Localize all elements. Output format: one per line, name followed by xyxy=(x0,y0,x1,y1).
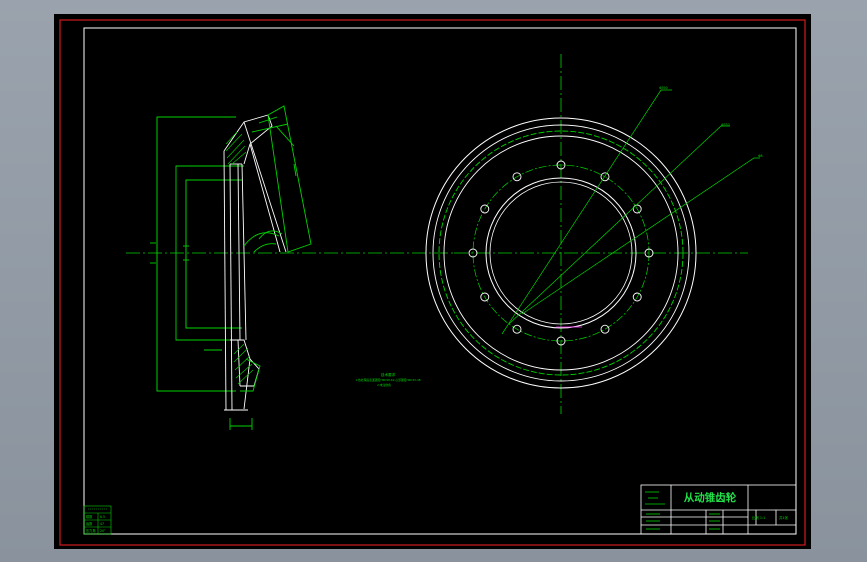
param-value-2: 47 xyxy=(100,522,104,526)
callout-label-3: Φ8 xyxy=(758,154,763,158)
notes-heading: 技术要求 xyxy=(381,372,396,377)
drawing-title: 从动锥齿轮 xyxy=(684,491,737,504)
param-label-1: 模数 xyxy=(86,514,93,519)
callout-label-1: Φ390 xyxy=(659,86,668,90)
callout-label-2: Φ330 xyxy=(721,123,730,127)
leader-line-3 xyxy=(521,157,760,315)
sheet-count: 共1张 xyxy=(779,515,789,520)
param-label-3: 压力角 xyxy=(86,528,96,533)
bolt-hole xyxy=(600,172,610,182)
notes-line-1: 1.热处理后表面硬度HRC58-62,心部硬度HRC33-48 xyxy=(355,378,420,382)
gear-section-view xyxy=(150,105,312,430)
gear-front-view xyxy=(425,54,760,414)
leader-line-1 xyxy=(501,89,672,335)
param-label-2: 齿数 xyxy=(86,521,93,526)
gear-parameter-table-text: 模数 6.5 齿数 47 压力角 20° xyxy=(86,514,106,533)
notes-line-2: 2.未注倒角 xyxy=(377,383,391,387)
technical-notes: 技术要求 1.热处理后表面硬度HRC58-62,心部硬度HRC33-48 2.未… xyxy=(355,372,420,387)
outer-border xyxy=(59,19,806,546)
inner-border xyxy=(83,27,797,535)
leader-line-2 xyxy=(508,125,730,325)
param-value-1: 6.5 xyxy=(100,515,105,519)
cad-drawing: 技术要求 1.热处理后表面硬度HRC58-62,心部硬度HRC33-48 2.未… xyxy=(59,19,806,546)
param-value-3: 20° xyxy=(100,529,106,533)
scale-label: 比例 1:1 xyxy=(752,515,765,520)
drawing-sheet: 技术要求 1.热处理后表面硬度HRC58-62,心部硬度HRC33-48 2.未… xyxy=(54,14,811,549)
